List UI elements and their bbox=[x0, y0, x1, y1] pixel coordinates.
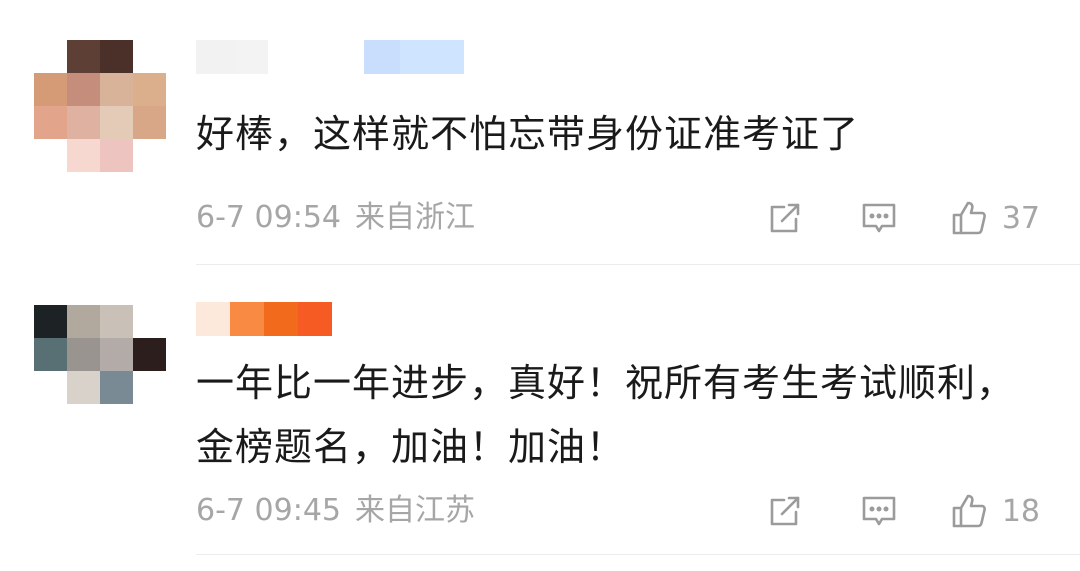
avatar-mosaic-tile bbox=[67, 40, 100, 73]
username-mosaic-block bbox=[364, 40, 400, 74]
username-mosaic-block bbox=[400, 40, 464, 74]
like-button[interactable]: 18 bbox=[950, 492, 1040, 530]
avatar-mosaic-tile bbox=[67, 73, 100, 106]
comment-item: 一年比一年进步，真好！祝所有考生考试顺利，金榜题名，加油！加油！ 6-7 09:… bbox=[0, 265, 1080, 571]
avatar-mosaic-tile bbox=[34, 371, 67, 404]
avatar-mosaic-tile bbox=[100, 139, 133, 172]
avatar-mosaic-tile bbox=[133, 40, 166, 73]
avatar-mosaic-tile bbox=[133, 305, 166, 338]
comment-icon bbox=[862, 496, 896, 526]
avatar-mosaic-tile bbox=[133, 404, 166, 437]
username-mosaic-block bbox=[332, 40, 364, 74]
comment-actions: 37 bbox=[766, 198, 1040, 238]
avatar-mosaic-tile bbox=[133, 139, 166, 172]
comment-actions: 18 bbox=[766, 491, 1040, 531]
comment-location: 来自江苏 bbox=[355, 493, 475, 528]
username-mosaic-block bbox=[296, 40, 332, 74]
reply-button[interactable] bbox=[860, 492, 898, 530]
comment-time: 6-7 09:45 bbox=[196, 493, 341, 528]
avatar-mosaic-tile bbox=[34, 40, 67, 73]
avatar-mosaic-tile bbox=[34, 404, 67, 437]
avatar-mosaic-tile bbox=[34, 106, 67, 139]
thumbs-up-icon bbox=[952, 201, 986, 235]
comment-text: 好棒，这样就不怕忘带身份证准考证了 bbox=[196, 112, 860, 156]
thumbs-up-icon bbox=[952, 494, 986, 528]
avatar-mosaic-tile bbox=[100, 371, 133, 404]
avatar-mosaic-tile bbox=[34, 338, 67, 371]
share-button[interactable] bbox=[766, 492, 804, 530]
avatar[interactable] bbox=[34, 305, 166, 437]
avatar-mosaic-tile bbox=[100, 73, 133, 106]
avatar-mosaic-tile bbox=[34, 139, 67, 172]
username-blurred[interactable] bbox=[196, 302, 332, 336]
username-mosaic-block bbox=[196, 302, 230, 336]
avatar[interactable] bbox=[34, 40, 166, 172]
share-button[interactable] bbox=[766, 199, 804, 237]
username-mosaic-block bbox=[268, 40, 296, 74]
comment-meta: 6-7 09:45 来自江苏 bbox=[196, 491, 475, 531]
username-mosaic-block bbox=[298, 302, 332, 336]
comment-item: 好棒，这样就不怕忘带身份证准考证了 6-7 09:54 来自浙江 37 bbox=[0, 0, 1080, 265]
avatar-mosaic-tile bbox=[67, 338, 100, 371]
username-mosaic-block bbox=[230, 302, 264, 336]
avatar-mosaic-tile bbox=[133, 106, 166, 139]
reply-button[interactable] bbox=[860, 199, 898, 237]
avatar-mosaic-tile bbox=[67, 139, 100, 172]
avatar-mosaic-tile bbox=[100, 106, 133, 139]
avatar-mosaic-tile bbox=[67, 305, 100, 338]
avatar-mosaic-tile bbox=[100, 305, 133, 338]
like-button[interactable]: 37 bbox=[950, 199, 1040, 237]
username-blurred[interactable] bbox=[196, 40, 464, 74]
username-mosaic-block bbox=[264, 302, 298, 336]
divider bbox=[196, 554, 1080, 555]
avatar-mosaic-tile bbox=[133, 371, 166, 404]
username-mosaic-block bbox=[196, 40, 236, 74]
avatar-mosaic-tile bbox=[67, 371, 100, 404]
avatar-mosaic-tile bbox=[67, 106, 100, 139]
avatar-mosaic-tile bbox=[100, 404, 133, 437]
comment-meta: 6-7 09:54 来自浙江 bbox=[196, 198, 475, 238]
like-count: 18 bbox=[1001, 493, 1040, 529]
like-count: 37 bbox=[1001, 200, 1040, 236]
username-mosaic-block bbox=[236, 40, 268, 74]
avatar-mosaic-tile bbox=[100, 338, 133, 371]
avatar-mosaic-tile bbox=[133, 338, 166, 371]
share-icon bbox=[770, 203, 800, 233]
avatar-mosaic-tile bbox=[67, 404, 100, 437]
avatar-mosaic-tile bbox=[34, 305, 67, 338]
share-icon bbox=[770, 496, 800, 526]
avatar-mosaic-tile bbox=[100, 40, 133, 73]
avatar-mosaic-tile bbox=[133, 73, 166, 106]
avatar-mosaic-tile bbox=[34, 73, 67, 106]
comment-time: 6-7 09:54 bbox=[196, 200, 341, 235]
comment-text: 一年比一年进步，真好！祝所有考生考试顺利，金榜题名，加油！加油！ bbox=[196, 361, 1016, 469]
comment-location: 来自浙江 bbox=[355, 200, 475, 235]
comment-icon bbox=[862, 203, 896, 233]
